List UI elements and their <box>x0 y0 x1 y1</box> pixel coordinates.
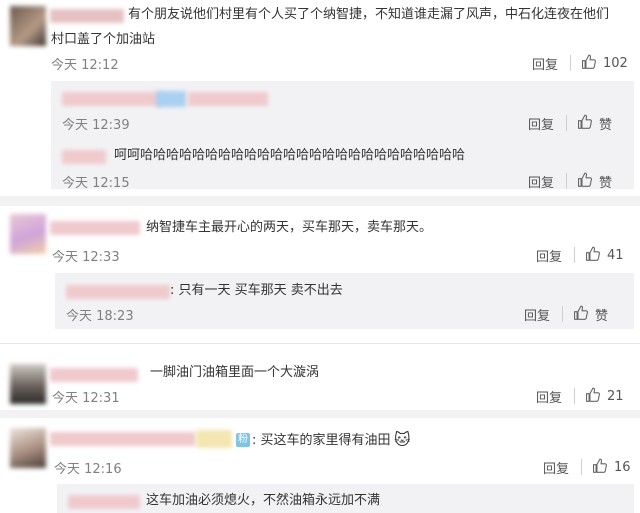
comment-text: 纳智捷车主最开心的两天，买车那天，卖车那天。 <box>146 220 433 235</box>
like-button[interactable]: 21 <box>584 386 624 407</box>
avatar[interactable] <box>10 214 46 254</box>
username-blurred[interactable] <box>50 9 124 23</box>
separator <box>574 388 575 404</box>
comment-text: 有个朋友说他们村里有个人买了个纳智捷，不知道谁走漏了风声，中石化连夜在他们 <box>128 7 610 22</box>
separator <box>562 306 563 322</box>
reply-button[interactable]: 回复 <box>536 387 562 406</box>
like-button[interactable]: 102 <box>580 53 628 74</box>
cat-emoji-icon: 🐱 <box>394 430 411 449</box>
timestamp: 今天 12:31 <box>52 391 120 406</box>
reply-text-blurred <box>188 92 268 106</box>
separator <box>570 55 571 71</box>
like-label: 赞 <box>599 118 613 133</box>
like-button[interactable]: 赞 <box>576 171 612 192</box>
thumbs-up-icon <box>572 304 589 325</box>
thumbs-up-icon <box>584 245 601 266</box>
username-blurred[interactable] <box>62 92 162 106</box>
username-blurred[interactable] <box>50 221 140 235</box>
like-count: 16 <box>614 460 631 475</box>
reply-button[interactable]: 回复 <box>524 305 550 324</box>
thumbs-up-icon <box>591 457 608 478</box>
timestamp: 今天 12:12 <box>51 58 119 73</box>
avatar[interactable] <box>10 428 46 468</box>
timestamp: 今天 18:23 <box>66 309 134 324</box>
like-count: 21 <box>607 389 624 404</box>
timestamp: 今天 12:15 <box>62 176 130 191</box>
comment-text-line2: 村口盖了个加油站 <box>51 32 156 47</box>
reply-button[interactable]: 回复 <box>528 114 554 133</box>
separator <box>566 173 567 189</box>
reply-button[interactable]: 回复 <box>536 246 562 265</box>
like-button[interactable]: 赞 <box>576 113 612 134</box>
like-count: 102 <box>603 56 628 71</box>
timestamp: 今天 12:16 <box>54 462 122 477</box>
comment-text: 一脚油门油箱里面一个大漩涡 <box>150 365 320 380</box>
separator <box>566 115 567 131</box>
like-label: 赞 <box>595 309 609 324</box>
separator <box>581 459 582 475</box>
divider <box>0 343 640 344</box>
separator <box>574 247 575 263</box>
username-blurred[interactable] <box>196 430 232 448</box>
username-blurred[interactable] <box>68 495 140 509</box>
like-label: 赞 <box>599 176 613 191</box>
timestamp: 今天 12:39 <box>62 118 130 133</box>
like-button[interactable]: 赞 <box>572 304 608 325</box>
thumbs-up-icon <box>580 53 597 74</box>
fan-badge: 粉 <box>236 433 250 447</box>
comment-text: : 买这车的家里得有油田 <box>252 433 391 448</box>
username-blurred[interactable] <box>50 368 138 382</box>
section-gap <box>0 196 640 206</box>
username-blurred[interactable] <box>66 285 170 299</box>
like-count: 41 <box>607 248 624 263</box>
timestamp: 今天 12:33 <box>52 250 120 265</box>
like-button[interactable]: 16 <box>591 457 631 478</box>
reply-button[interactable]: 回复 <box>532 54 558 73</box>
reply-text: 这车加油必须熄火，不然油箱永远加不满 <box>146 493 381 508</box>
reply-text: : 只有一天 买车那天 卖不出去 <box>170 283 343 298</box>
reply-text-blurred <box>156 91 186 107</box>
username-blurred[interactable] <box>62 150 106 164</box>
thumbs-up-icon <box>576 113 593 134</box>
reply-button[interactable]: 回复 <box>528 172 554 191</box>
reply-text: 呵呵哈哈哈哈哈哈哈哈哈哈哈哈哈哈哈哈哈哈哈哈哈哈哈哈哈 <box>114 148 466 163</box>
username-blurred[interactable] <box>50 432 196 446</box>
thumbs-up-icon <box>576 171 593 192</box>
like-button[interactable]: 41 <box>584 245 624 266</box>
thumbs-up-icon <box>584 386 601 407</box>
reply-button[interactable]: 回复 <box>543 458 569 477</box>
section-gap <box>0 410 640 418</box>
avatar[interactable] <box>10 6 46 46</box>
avatar[interactable] <box>10 364 46 404</box>
